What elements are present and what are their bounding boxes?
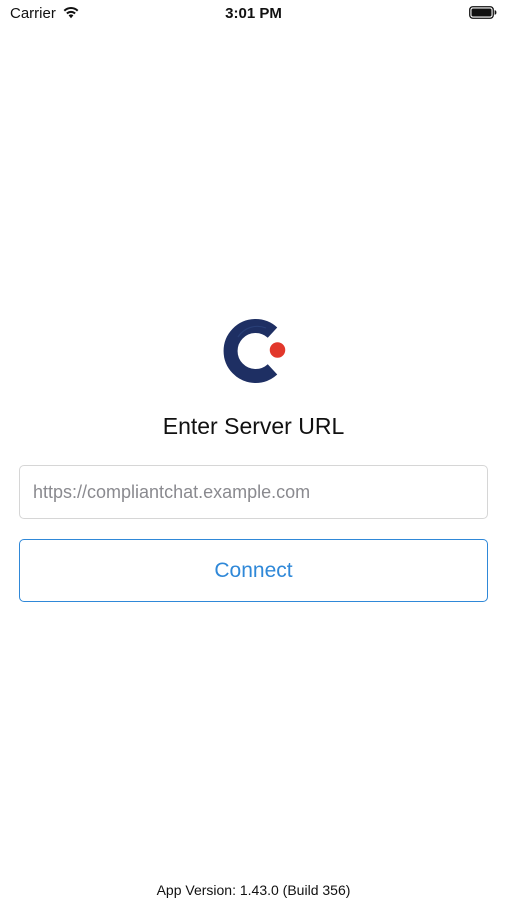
battery-icon (469, 6, 497, 19)
status-bar: Carrier 3:01 PM (0, 0, 507, 28)
app-version-label: App Version: 1.43.0 (Build 356) (156, 882, 351, 898)
page-title: Enter Server URL (162, 413, 345, 439)
connect-button[interactable]: Connect (19, 539, 488, 602)
clock: 3:01 PM (225, 5, 282, 22)
server-url-input[interactable] (19, 465, 488, 519)
compliantchat-logo (223, 319, 288, 383)
